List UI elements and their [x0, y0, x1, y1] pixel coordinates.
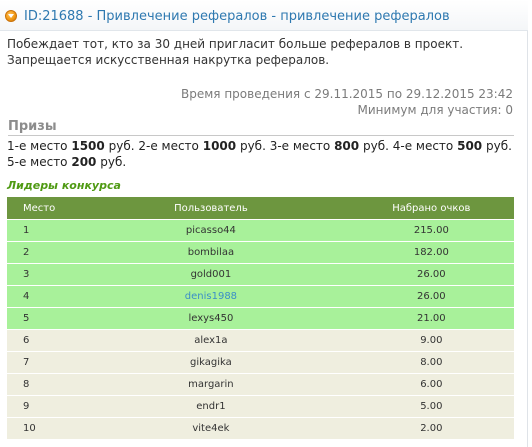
- contest-header: ID:21688 - Привлечение рефералов - привл…: [0, 0, 528, 31]
- contest-minimum: Минимум для участия: 0: [357, 103, 513, 117]
- row-user: lexys450: [73, 307, 349, 330]
- row-place: 4: [7, 285, 74, 308]
- row-place: 6: [7, 329, 74, 352]
- prize-3-currency: руб.: [362, 139, 389, 153]
- prize-1-place: 1-е место: [7, 139, 68, 153]
- prize-2-place: 2-е место: [138, 139, 199, 153]
- table-row: 9 endr1 5.00: [7, 395, 514, 418]
- row-place: 2: [7, 241, 74, 264]
- table-row: 5 lexys450 21.00: [7, 307, 514, 330]
- table-row: 3 gold001 26.00: [7, 263, 514, 286]
- table-row: 2 bombilaa 182.00: [7, 241, 514, 264]
- prizes-heading: Призы: [8, 119, 514, 136]
- row-score: 182.00: [348, 241, 514, 264]
- user-link[interactable]: denis1988: [185, 291, 237, 302]
- row-score: 2.00: [348, 417, 514, 439]
- table-row: 7 gikagika 8.00: [7, 351, 514, 374]
- leaders-table: Место Пользователь Набрано очков 1 picas…: [7, 197, 514, 439]
- table-row: 4 denis1988 26.00: [7, 285, 514, 308]
- prize-4-place: 4-е место: [392, 139, 454, 153]
- prize-1-currency: руб.: [108, 139, 135, 153]
- prize-2-amount: 1000: [202, 139, 237, 153]
- prize-5-currency: руб.: [100, 155, 127, 169]
- prize-3-place: 3-е место: [269, 139, 331, 153]
- row-user: margarin: [73, 373, 349, 396]
- prize-2-currency: руб.: [239, 139, 266, 153]
- row-user: gikagika: [73, 351, 349, 374]
- contest-period: Время проведения с 29.11.2015 по 29.12.2…: [181, 87, 513, 101]
- table-row: 1 picasso44 215.00: [7, 219, 514, 242]
- row-place: 1: [7, 219, 74, 242]
- row-place: 5: [7, 307, 74, 330]
- contest-title[interactable]: ID:21688 - Привлечение рефералов - привл…: [24, 9, 450, 24]
- prize-4-amount: 500: [457, 139, 483, 153]
- column-place: Место: [7, 197, 74, 220]
- orange-circle-arrow-icon[interactable]: [5, 10, 17, 22]
- row-place: 3: [7, 263, 74, 286]
- leaders-title: Лидеры конкурса: [7, 179, 121, 192]
- row-score: 21.00: [348, 307, 514, 330]
- row-user: endr1: [73, 395, 349, 418]
- row-place: 7: [7, 351, 74, 374]
- row-user-link: denis1988: [73, 285, 349, 308]
- contest-panel: ID:21688 - Привлечение рефералов - привл…: [0, 0, 528, 447]
- row-user: alex1a: [73, 329, 349, 352]
- table-row: 8 margarin 6.00: [7, 373, 514, 396]
- row-place: 9: [7, 395, 74, 418]
- table-row: 6 alex1a 9.00: [7, 329, 514, 352]
- prize-5-place: 5-е место: [7, 155, 68, 169]
- prizes-list: 1-е место 1500 руб. 2-е место 1000 руб. …: [7, 138, 515, 170]
- row-score: 8.00: [348, 351, 514, 374]
- row-user: bombilaa: [73, 241, 349, 264]
- row-place: 10: [7, 417, 74, 439]
- prize-5-amount: 200: [71, 155, 97, 169]
- column-score: Набрано очков: [348, 197, 514, 220]
- table-row: 10 vite4ek 2.00: [7, 417, 514, 439]
- prize-4-currency: руб.: [485, 139, 512, 153]
- contest-meta: Время проведения с 29.11.2015 по 29.12.2…: [181, 86, 513, 118]
- row-user: picasso44: [73, 219, 349, 242]
- row-score: 6.00: [348, 373, 514, 396]
- row-score: 9.00: [348, 329, 514, 352]
- row-score: 26.00: [348, 263, 514, 286]
- row-user: vite4ek: [73, 417, 349, 439]
- row-place: 8: [7, 373, 74, 396]
- prize-3-amount: 800: [334, 139, 360, 153]
- prize-1-amount: 1500: [71, 139, 105, 153]
- row-score: 5.00: [348, 395, 514, 418]
- contest-description: Побеждает тот, кто за 30 дней пригласит …: [7, 37, 464, 67]
- row-user: gold001: [73, 263, 349, 286]
- row-score: 215.00: [348, 219, 514, 242]
- column-user: Пользователь: [73, 197, 349, 220]
- leaders-table-header: Место Пользователь Набрано очков: [7, 197, 514, 220]
- row-score: 26.00: [348, 285, 514, 308]
